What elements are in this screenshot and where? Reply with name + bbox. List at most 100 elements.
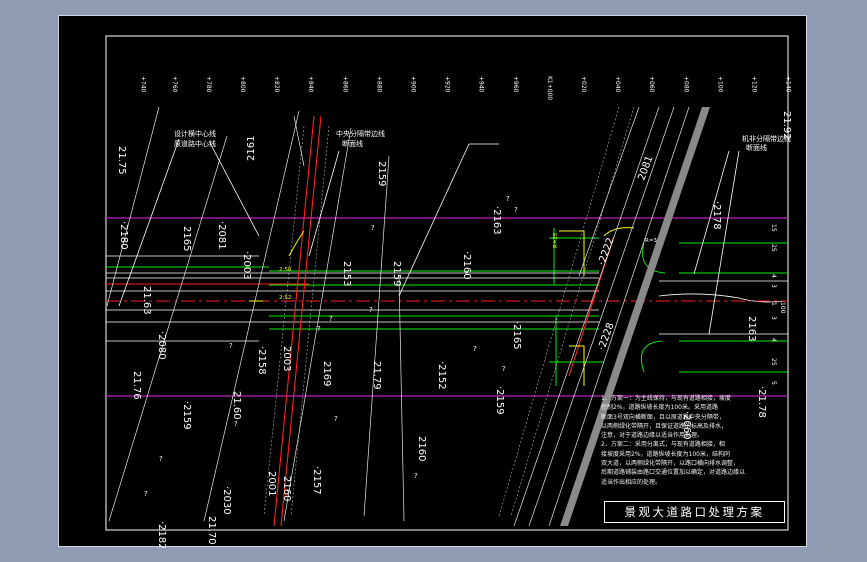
elevation-label: 2163	[746, 316, 757, 341]
elevation-label: 2165	[181, 226, 192, 251]
station-label: +060	[648, 76, 655, 93]
dimension-label: 4	[770, 274, 777, 278]
dimension-label: 15	[770, 224, 777, 232]
elevation-label: ·2158	[256, 346, 267, 375]
svg-text:?: ?	[329, 315, 333, 323]
svg-text:?: ?	[369, 306, 373, 314]
station-label: +820	[273, 76, 280, 93]
svg-text:2:52: 2:52	[279, 295, 291, 301]
station-label: +140	[785, 76, 792, 93]
station-label: +880	[375, 76, 382, 93]
note-line: 注意，对于道路边缘以适当作用处理。	[601, 432, 704, 440]
station-label: +860	[341, 76, 348, 93]
elevation-label: 21.63	[141, 286, 152, 315]
scatter-marks: ?? ?? ?? ?? ?? ?? ??	[144, 195, 518, 498]
elevation-label: 2159	[391, 261, 402, 286]
dimension-label: 25	[770, 244, 777, 252]
note-line: 以两侧绿化带隔开，且保证道路的标高及排水，	[601, 422, 728, 430]
station-label: +840	[307, 76, 314, 93]
elevation-label: ·2178	[711, 201, 722, 230]
station-label: +020	[580, 76, 587, 93]
elevation-label: 2153	[341, 261, 352, 286]
station-label: +920	[444, 76, 451, 93]
note-line: 后期道路铺装由路口交通位置加以确定，对道路边缘以	[601, 469, 746, 477]
svg-text:?: ?	[414, 472, 418, 480]
elevation-label: ·2159	[494, 386, 505, 415]
dimension-label: 3	[770, 316, 777, 320]
callout-median-edge: 中央分隔带边线	[336, 129, 385, 138]
svg-text:2:50: 2:50	[279, 267, 292, 273]
elevation-label: 21.79	[371, 361, 382, 390]
svg-text:?: ?	[502, 365, 506, 373]
elevation-label: ·2152	[436, 361, 447, 390]
elevation-label: ·2157	[311, 466, 322, 495]
elevation-label: 21.75	[116, 146, 127, 175]
callout-median-section: 断面线	[342, 139, 363, 148]
elevation-label: ·2080	[156, 331, 167, 360]
station-label: +800	[239, 76, 246, 93]
svg-text:?: ?	[159, 455, 163, 463]
elevation-label: ·2222	[596, 236, 616, 267]
station-label: +040	[614, 76, 621, 93]
design-notes: 1、方案一：为主线保持，与现有道路相接，坡度 控制2%，道路纵坡长度为100米。…	[601, 394, 783, 487]
elevation-label: ·2228	[596, 321, 616, 352]
svg-text:R=25: R=25	[553, 232, 559, 248]
note-line: 接坡度采用2%，道路纵坡长度为100米，结构同	[601, 450, 730, 458]
drawing-sheet[interactable]: +740 +760 +780 +800 +820 +840 +860 +880 +900 +920…	[58, 15, 807, 548]
svg-text:?: ?	[371, 224, 375, 232]
svg-text:?: ?	[144, 490, 148, 498]
elevation-label: 21.76	[131, 371, 142, 400]
elevation-label: 2160	[416, 436, 427, 461]
note-line: 双大道，以两侧绿化带隔开，以路口横向排水调整，	[601, 460, 740, 468]
station-label: K1+000	[546, 76, 553, 100]
dimension-label: 3	[770, 284, 777, 288]
svg-text:?: ?	[317, 325, 321, 333]
note-line: 1、方案一：为主线保持，与现有道路相接，坡度	[601, 395, 731, 402]
station-label: +740	[139, 76, 146, 93]
station-label: +900	[410, 76, 417, 93]
svg-text:?: ?	[473, 345, 477, 353]
note-line: 控制2%，道路纵坡长度为100米。采用道路	[601, 404, 718, 412]
station-label: +080	[682, 76, 689, 93]
elevation-label: ·2003	[241, 251, 252, 280]
elevation-label: 21.70	[206, 516, 217, 545]
elevation-label: ·2165	[511, 321, 522, 350]
elevation-label: 2159	[376, 161, 387, 186]
dimension-label: 1	[770, 302, 777, 306]
callout-separator-section: 断面线	[746, 143, 767, 152]
callout-design-centerline: 设计横中心线	[174, 129, 216, 138]
elevation-label: ·2180	[118, 221, 129, 250]
elevation-label: 2160	[281, 476, 292, 501]
station-label: +780	[205, 76, 212, 93]
dimension-label: 5	[770, 381, 777, 385]
dimension-labels: 15 25 4 3 1 3 4 25 5 100	[770, 224, 786, 385]
station-label: +960	[512, 76, 519, 93]
road-lines-white	[106, 255, 789, 342]
elevation-label: 2001	[266, 471, 277, 496]
elevation-label: ·2159	[181, 401, 192, 430]
elevation-label: ·2160	[461, 251, 472, 280]
note-line: 断面3号双向横断面，且以原道路中央分隔带，	[601, 413, 725, 421]
station-label: +760	[171, 76, 178, 93]
elevation-label: ·2163	[491, 206, 502, 235]
note-line: 适当作出相应的处理。	[601, 478, 662, 486]
station-label: +100	[716, 76, 723, 93]
elevation-label: 21.92	[781, 111, 792, 140]
station-labels: +740 +760 +780 +800 +820 +840 +860 +880 +900 +920…	[139, 76, 791, 100]
station-label: +120	[751, 76, 758, 93]
elevation-label: 2161	[246, 136, 257, 161]
elevation-label: 21.60	[231, 391, 242, 420]
elevation-label: ·2081	[216, 221, 227, 250]
elevation-label: ·2182	[156, 521, 167, 548]
station-label: +940	[478, 76, 485, 93]
elevation-label: ·2030	[221, 486, 232, 515]
callout-old-centerline: 原道路中心线	[174, 139, 216, 148]
svg-text:?: ?	[514, 206, 518, 214]
elevation-label: 2169	[321, 361, 332, 386]
svg-text:?: ?	[506, 195, 510, 203]
title-block: 景观大道路口处理方案	[604, 501, 785, 523]
dimension-label: 25	[770, 358, 777, 366]
note-line: 2、方案二：采用分离式，与现有道路相接，相	[601, 441, 725, 449]
svg-text:R=3: R=3	[645, 238, 657, 244]
svg-text:?: ?	[334, 415, 338, 423]
